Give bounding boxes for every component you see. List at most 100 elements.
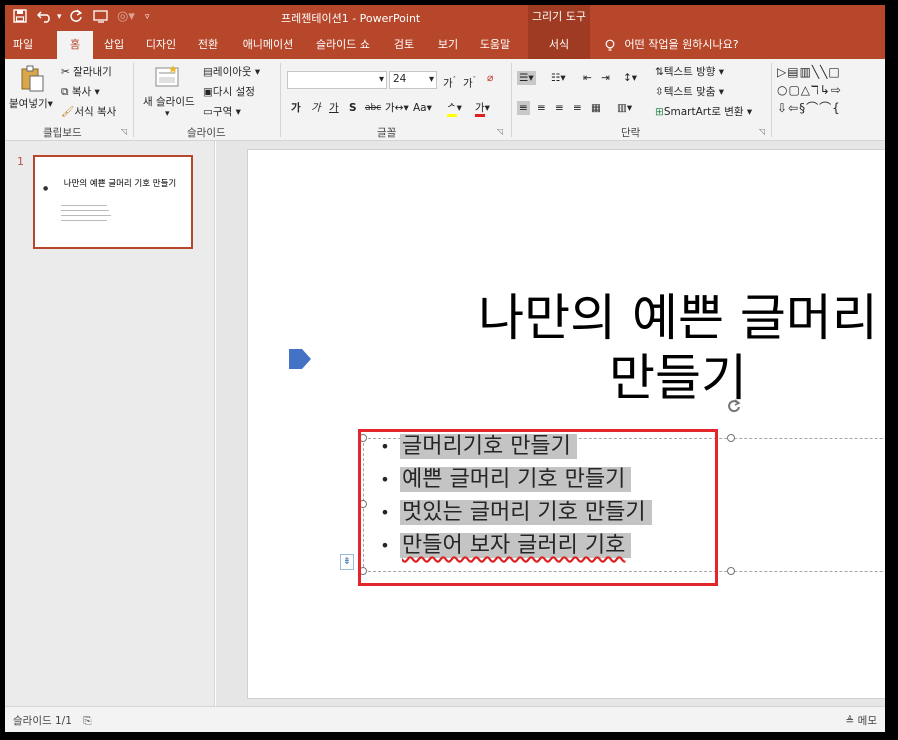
spellcheck-icon[interactable]: ⎘ [83, 715, 91, 727]
increase-font-icon[interactable]: 가ˆ [443, 73, 456, 91]
cut-label: 잘라내기 [73, 66, 112, 78]
slide-title[interactable]: 나만의 예쁜 글머리 만들기 [358, 288, 885, 408]
format-painter-label: 서식 복사 [74, 106, 117, 118]
paste-label: 붙여넣기 [9, 98, 48, 110]
align-center-icon[interactable]: ≡ [537, 101, 546, 115]
tab-help[interactable]: 도움말 [473, 31, 517, 59]
decrease-indent-icon[interactable]: ⇤ [583, 71, 592, 85]
lightbulb-icon [605, 39, 615, 51]
layout-label: 레이아웃 [212, 66, 252, 78]
resize-handle-s[interactable] [727, 567, 735, 575]
undo-icon[interactable] [36, 9, 53, 28]
reset-button[interactable]: ▣다시 설정 [203, 85, 255, 99]
tab-slideshow[interactable]: 슬라이드 쇼 [309, 31, 377, 59]
slide-title-line2: 만들기 [609, 349, 747, 407]
slide-editing-area: 나만의 예쁜 글머리 만들기 ⇟ • 글머리기호 만들기 • 예쁜 글머리 기호 만… [216, 141, 885, 706]
new-slide-icon[interactable] [155, 65, 181, 93]
thumb-bullet: ● [43, 185, 49, 192]
slides-group-label: 슬라이드 [187, 127, 226, 139]
distributed-icon[interactable]: ▦ [591, 101, 601, 115]
powerpoint-window: ▾ ◎▾ ▿ 프레젠테이션1 - PowerPoint 그리기 도구 파일 홈 … [5, 5, 885, 732]
slide-canvas[interactable]: 나만의 예쁜 글머리 만들기 ⇟ • 글머리기호 만들기 • 예쁜 글머리 기호 만… [247, 149, 885, 699]
reset-label: 다시 설정 [212, 86, 255, 98]
start-from-beginning-icon[interactable] [93, 9, 109, 28]
underline-icon[interactable]: 가 [329, 101, 339, 115]
clipboard-launcher-icon[interactable]: ◹ [121, 127, 127, 136]
slide-number: 1 [17, 155, 24, 168]
copy-button[interactable]: ⧉ 복사 ▾ [61, 85, 100, 99]
format-painter-button[interactable]: 🖌서식 복사 [61, 105, 116, 119]
tab-insert[interactable]: 삽입 [95, 31, 133, 59]
touch-mode-icon[interactable]: ◎▾ [117, 9, 135, 25]
justify-icon[interactable]: ≡ [573, 101, 582, 115]
notes-button[interactable]: ≜ 메모 [846, 713, 877, 728]
smartart-button[interactable]: ⊞SmartArt로 변환 ▾ [655, 105, 752, 119]
clear-formatting-icon[interactable]: ⌀ [487, 71, 493, 85]
pentagon-arrow-shape[interactable] [288, 348, 312, 373]
tell-me-box[interactable]: 어떤 작업을 원하시나요? [605, 31, 739, 59]
tell-me-text: 어떤 작업을 원하시나요? [624, 38, 739, 51]
title-bar: ▾ ◎▾ ▿ 프레젠테이션1 - PowerPoint 그리기 도구 [5, 5, 885, 31]
copy-icon: ⧉ [61, 86, 69, 98]
copy-label: 복사 [71, 86, 92, 98]
shapes-gallery-row2[interactable]: ○▢△ℸ↳⇨ [777, 83, 842, 97]
paintbrush-icon: 🖌 [61, 106, 75, 118]
shapes-gallery[interactable]: ▷▤▥╲╲□ [777, 65, 841, 79]
columns-icon[interactable]: ▥▾ [617, 101, 632, 115]
scissors-icon: ✂ [61, 66, 70, 78]
font-color-icon[interactable]: 가▾ [475, 101, 490, 117]
tab-transitions[interactable]: 전환 [189, 31, 227, 59]
layout-button[interactable]: ▤레이아웃 ▾ [203, 65, 260, 79]
text-direction-button[interactable]: ⇅텍스트 방향 ▾ [655, 65, 724, 79]
bold-icon[interactable]: 가 [291, 101, 301, 115]
numbering-icon[interactable]: ☷▾ [551, 71, 566, 85]
new-slide-dropdown-icon[interactable]: ▾ [165, 107, 170, 121]
autofit-options-icon[interactable]: ⇟ [340, 554, 354, 570]
align-text-icon: ⇳ [655, 86, 664, 98]
tab-file[interactable]: 파일 [5, 31, 41, 59]
paste-icon[interactable] [19, 65, 45, 97]
change-case-icon[interactable]: Aa▾ [413, 101, 432, 115]
section-button[interactable]: ▭구역 ▾ [203, 105, 241, 119]
line-spacing-icon[interactable]: ↕▾ [623, 71, 637, 85]
tab-format[interactable]: 서식 [528, 31, 590, 59]
font-size-input[interactable]: 24 ▾ [389, 71, 437, 89]
highlight-icon[interactable]: ᄼ▾ [447, 101, 462, 117]
tab-animations[interactable]: 애니메이션 [235, 31, 301, 59]
save-icon[interactable] [13, 9, 27, 28]
customize-toolbar-icon[interactable]: ▿ [145, 9, 150, 25]
tab-view[interactable]: 보기 [429, 31, 467, 59]
redo-icon[interactable] [69, 9, 83, 28]
slide-thumbnail[interactable]: ● 나만의 예쁜 글머리 기호 만들기 [33, 155, 193, 249]
thumbnail-title: 나만의 예쁜 글머리 기호 만들기 [63, 179, 177, 189]
clipboard-group-label: 클립보드 [43, 127, 82, 139]
tab-design[interactable]: 디자인 [139, 31, 183, 59]
cut-button[interactable]: ✂ 잘라내기 [61, 65, 112, 79]
font-launcher-icon[interactable]: ◹ [497, 127, 503, 136]
font-name-input[interactable]: ▾ [287, 71, 387, 89]
character-spacing-icon[interactable]: 가↔▾ [385, 101, 409, 115]
italic-icon[interactable]: 가 [311, 101, 321, 115]
decrease-font-icon[interactable]: 가ˇ [463, 73, 476, 91]
text-direction-label: 텍스트 방향 [663, 66, 716, 78]
align-left-icon[interactable]: ≡ [517, 101, 530, 115]
paragraph-group-label: 단락 [621, 127, 641, 139]
shapes-gallery-row3[interactable]: ⇩⇦§⌒⌒{ [777, 101, 841, 115]
bullets-icon[interactable]: ☰▾ [517, 71, 536, 85]
rotate-handle-icon[interactable] [726, 398, 742, 417]
slide-counter-text: 슬라이드 1/1 [13, 715, 72, 727]
layout-icon: ▤ [203, 66, 213, 78]
slide-counter: 슬라이드 1/1 ⎘ [13, 713, 92, 728]
shadow-icon[interactable]: S [349, 101, 357, 115]
smartart-label: SmartArt로 변환 [663, 106, 744, 118]
increase-indent-icon[interactable]: ⇥ [601, 71, 610, 85]
paste-button[interactable]: 붙여넣기▾ [9, 97, 53, 111]
align-text-button[interactable]: ⇳텍스트 맞춤 ▾ [655, 85, 724, 99]
strikethrough-icon[interactable]: abc [365, 101, 381, 115]
align-right-icon[interactable]: ≡ [555, 101, 564, 115]
paragraph-launcher-icon[interactable]: ◹ [759, 127, 765, 136]
ribbon-tab-bar: 파일 홈 삽입 디자인 전환 애니메이션 슬라이드 쇼 검토 보기 도움말 서식… [5, 31, 885, 59]
undo-dropdown-icon[interactable]: ▾ [57, 9, 62, 25]
tab-home[interactable]: 홈 [57, 31, 93, 59]
tab-review[interactable]: 검토 [385, 31, 423, 59]
